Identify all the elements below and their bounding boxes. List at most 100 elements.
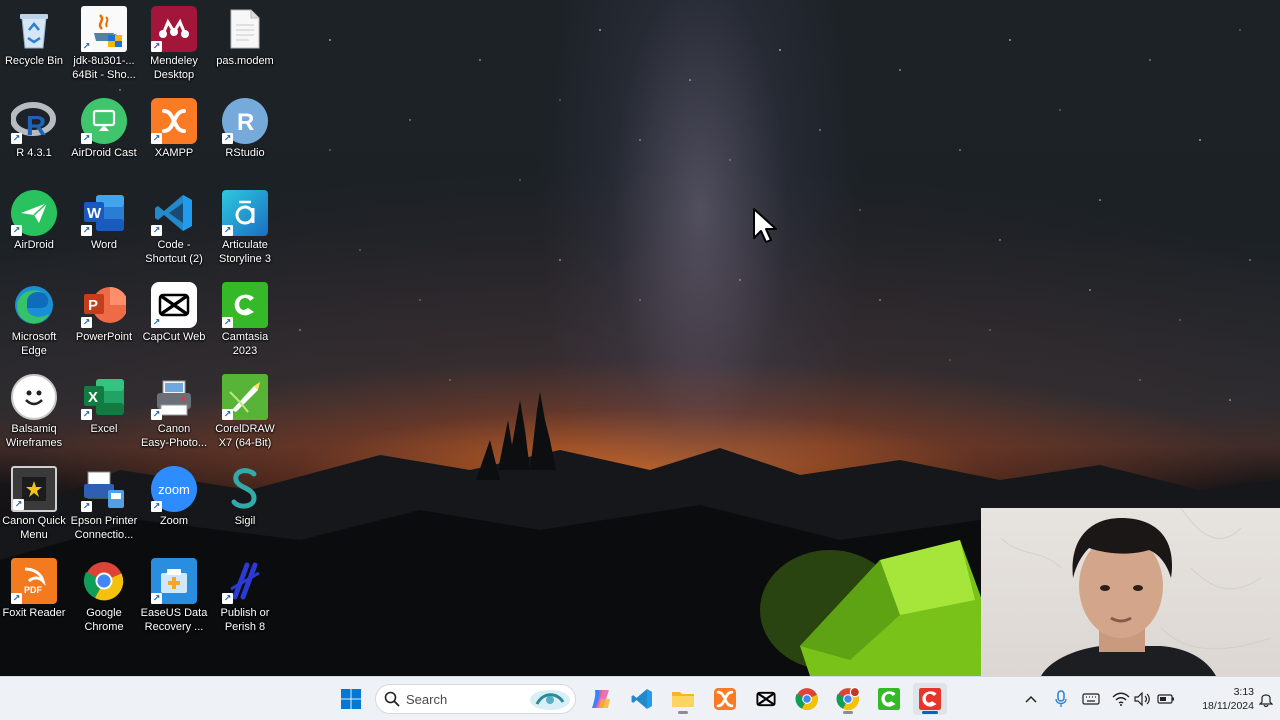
desktop-icon-balsamiq[interactable]: Balsamiq Wireframes bbox=[0, 368, 69, 456]
desktop-icon-label: Microsoft Edge bbox=[11, 331, 57, 357]
desktop-icon-canon-easy-photo[interactable]: ↗ Canon Easy-Photo... bbox=[139, 368, 209, 456]
sigil-icon bbox=[222, 466, 268, 512]
shortcut-arrow-icon: ↗ bbox=[81, 409, 92, 420]
desktop-icon-xampp[interactable]: ↗ XAMPP bbox=[139, 92, 209, 180]
shortcut-arrow-icon: ↗ bbox=[151, 225, 162, 236]
xampp-icon bbox=[714, 688, 736, 710]
camtasia-recorder-icon bbox=[919, 688, 941, 710]
desktop-icon-canon-quick-menu[interactable]: ↗ Canon Quick Menu bbox=[0, 460, 69, 548]
desktop-icon-foxit[interactable]: PDF ↗ Foxit Reader bbox=[0, 552, 69, 640]
desktop-icon-epson[interactable]: ↗ Epson Printer Connectio... bbox=[69, 460, 139, 548]
desktop-icon-r[interactable]: R ↗ R 4.3.1 bbox=[0, 92, 69, 180]
tray-microphone[interactable] bbox=[1052, 690, 1070, 708]
shortcut-arrow-icon: ↗ bbox=[151, 41, 162, 52]
desktop-icon-edge[interactable]: Microsoft Edge bbox=[0, 276, 69, 364]
balsamiq-icon bbox=[11, 374, 57, 420]
shortcut-arrow-icon: ↗ bbox=[81, 133, 92, 144]
tray-overflow-button[interactable] bbox=[1022, 690, 1040, 708]
canon-printer-icon: ↗ bbox=[151, 374, 197, 420]
taskbar-file-explorer[interactable] bbox=[666, 683, 700, 715]
desktop-icon-zoom[interactable]: zoom ↗ Zoom bbox=[139, 460, 209, 548]
shortcut-arrow-icon: ↗ bbox=[13, 499, 24, 510]
keyboard-icon bbox=[1082, 693, 1100, 705]
word-icon: W ↗ bbox=[81, 190, 127, 236]
desktop-icon-capcut[interactable]: ↗ CapCut Web bbox=[139, 276, 209, 364]
search-placeholder: Search bbox=[406, 691, 448, 707]
desktop-icon-label: Epson Printer Connectio... bbox=[70, 515, 138, 541]
desktop-icon-excel[interactable]: X ↗ Excel bbox=[69, 368, 139, 456]
shortcut-arrow-icon: ↗ bbox=[151, 409, 162, 420]
shortcut-arrow-icon: ↗ bbox=[151, 593, 162, 604]
taskbar-copilot[interactable] bbox=[584, 683, 618, 715]
shortcut-arrow-icon: ↗ bbox=[81, 41, 92, 52]
taskbar-clock[interactable]: 3:13 18/11/2024 bbox=[1182, 685, 1254, 713]
desktop-icon-mendeley[interactable]: ↗ Mendeley Desktop bbox=[139, 0, 209, 88]
desktop-icon-coreldraw[interactable]: ↗ CorelDRAW X7 (64-Bit) bbox=[210, 368, 280, 456]
desktop-icon-recycle-bin[interactable]: Recycle Bin bbox=[0, 0, 69, 88]
taskbar-camtasia[interactable] bbox=[872, 683, 906, 715]
desktop-icon-airdroid-cast[interactable]: ↗ AirDroid Cast bbox=[69, 92, 139, 180]
desktop-icon-publish-or-perish[interactable]: ↗ Publish or Perish 8 bbox=[210, 552, 280, 640]
system-tray: 3:13 18/11/2024 bbox=[1010, 677, 1280, 720]
desktop-icon-label: AirDroid bbox=[14, 239, 54, 251]
taskbar-chrome[interactable] bbox=[790, 683, 824, 715]
taskbar-vscode[interactable] bbox=[625, 683, 659, 715]
desktop-icon-label: Sigil bbox=[234, 515, 256, 527]
desktop-icon-easeus[interactable]: ↗ EaseUS Data Recovery ... bbox=[139, 552, 209, 640]
search-icon bbox=[384, 691, 400, 707]
file-explorer-icon bbox=[672, 692, 694, 707]
desktop-icon-label: Foxit Reader bbox=[2, 607, 66, 619]
desktop-icon-word[interactable]: W ↗ Word bbox=[69, 184, 139, 272]
microphone-icon bbox=[1055, 690, 1067, 707]
camtasia-icon: ↗ bbox=[222, 282, 268, 328]
tray-wifi[interactable] bbox=[1112, 690, 1130, 708]
publish-or-perish-icon: ↗ bbox=[222, 558, 268, 604]
tray-keyboard[interactable] bbox=[1082, 690, 1100, 708]
desktop-icon-rstudio[interactable]: R ↗ RStudio bbox=[210, 92, 280, 180]
taskbar-camtasia-recorder[interactable] bbox=[913, 683, 947, 715]
taskbar-chrome-profile[interactable] bbox=[831, 683, 865, 715]
shortcut-arrow-icon: ↗ bbox=[151, 317, 162, 328]
zoom-icon: zoom ↗ bbox=[151, 466, 197, 512]
canon-quick-menu-icon: ↗ bbox=[11, 466, 57, 512]
shortcut-arrow-icon: ↗ bbox=[222, 409, 233, 420]
desktop-icon-sigil[interactable]: Sigil bbox=[210, 460, 280, 548]
desktop-icon-powerpoint[interactable]: P ↗ PowerPoint bbox=[69, 276, 139, 364]
desktop-icon-camtasia[interactable]: ↗ Camtasia 2023 bbox=[210, 276, 280, 364]
desktop-icon-airdroid[interactable]: ↗ AirDroid bbox=[0, 184, 69, 272]
taskbar-search-box[interactable]: Search bbox=[375, 684, 576, 714]
desktop-icon-label: Mendeley Desktop bbox=[150, 55, 198, 81]
taskbar-xampp[interactable] bbox=[708, 683, 742, 715]
desktop-icon-label: Zoom bbox=[159, 515, 189, 527]
tray-notifications[interactable] bbox=[1257, 690, 1275, 708]
desktop-icon-pas-modem[interactable]: pas.modem bbox=[210, 0, 280, 88]
shortcut-arrow-icon: ↗ bbox=[11, 225, 22, 236]
desktop-icon-vscode[interactable]: ↗ Code - Shortcut (2) bbox=[139, 184, 209, 272]
excel-icon: X ↗ bbox=[81, 374, 127, 420]
desktop-icon-articulate[interactable]: ↗ Articulate Storyline 3 bbox=[210, 184, 280, 272]
shortcut-arrow-icon: ↗ bbox=[222, 133, 233, 144]
desktop-icon-label: PowerPoint bbox=[75, 331, 133, 343]
easeus-icon: ↗ bbox=[151, 558, 197, 604]
desktop-icon-label: jdk-8u301-... 64Bit - Sho... bbox=[72, 55, 136, 81]
desktop-icon-label: Code - Shortcut (2) bbox=[145, 239, 203, 265]
airdroid-icon: ↗ bbox=[11, 190, 57, 236]
chrome-icon bbox=[795, 688, 818, 711]
desktop-icon-label: Canon Easy-Photo... bbox=[140, 423, 208, 449]
shortcut-arrow-icon: ↗ bbox=[81, 501, 92, 512]
taskbar-capcut[interactable] bbox=[749, 683, 783, 715]
desktop-icon-label: R 4.3.1 bbox=[16, 147, 52, 159]
desktop-icon-chrome[interactable]: Google Chrome bbox=[69, 552, 139, 640]
desktop-icon-label: Google Chrome bbox=[84, 607, 124, 633]
search-highlight-icon bbox=[530, 690, 570, 710]
tray-battery[interactable] bbox=[1157, 690, 1175, 708]
tray-volume[interactable] bbox=[1134, 690, 1152, 708]
mouse-cursor-icon bbox=[753, 208, 777, 243]
start-button[interactable] bbox=[334, 683, 368, 715]
shortcut-arrow-icon: ↗ bbox=[222, 593, 233, 604]
desktop-icon-label: XAMPP bbox=[154, 147, 194, 159]
shortcut-arrow-icon: ↗ bbox=[81, 317, 92, 328]
desktop-icon-jdk[interactable]: ↗ jdk-8u301-... 64Bit - Sho... bbox=[69, 0, 139, 88]
desktop-icon-label: Balsamiq Wireframes bbox=[5, 423, 63, 449]
java-icon: ↗ bbox=[81, 6, 127, 52]
